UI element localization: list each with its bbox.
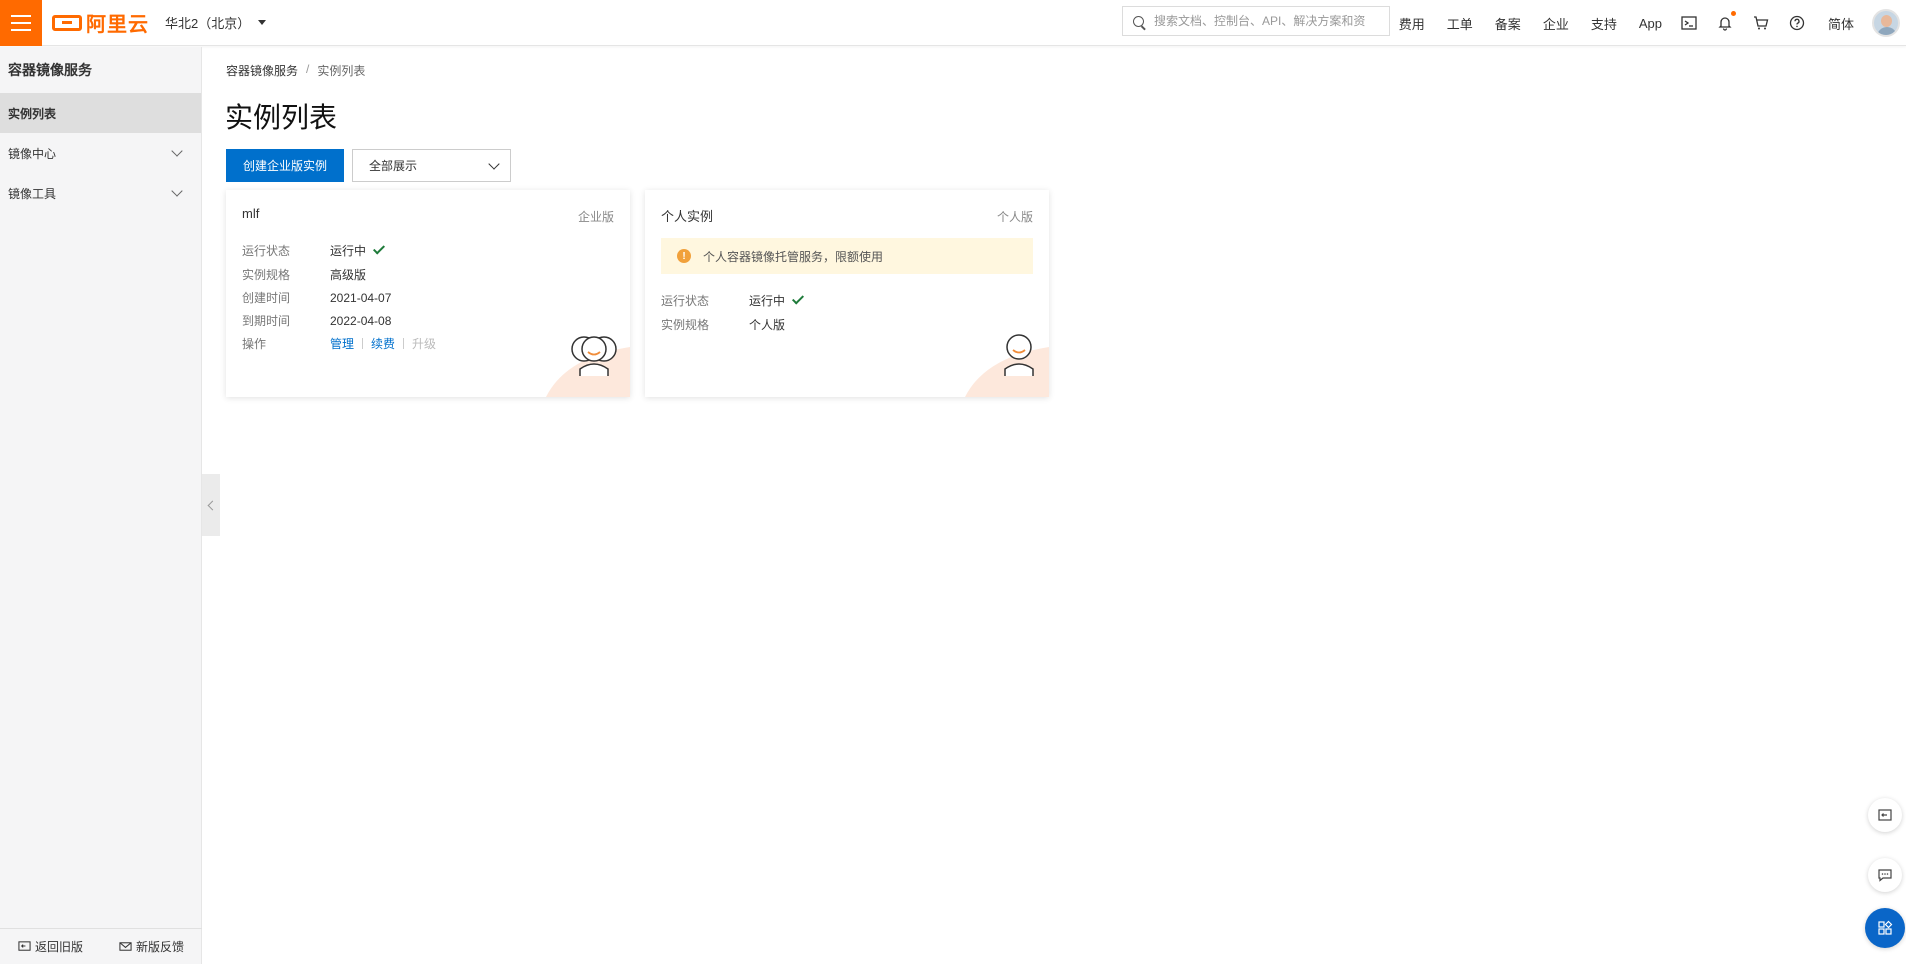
sidebar-item-image-center[interactable]: 镜像中心	[0, 133, 201, 173]
nav-link-support[interactable]: 支持	[1591, 14, 1617, 33]
spec-label: 实例规格	[242, 268, 291, 282]
logo-mark-icon	[52, 14, 82, 31]
chevron-down-icon	[171, 145, 183, 157]
spec-value: 个人版	[749, 318, 786, 332]
sidebar-item-label: 镜像中心	[8, 146, 57, 161]
top-nav-links: 费用 工单 备案 企业 支持 App 简体	[1377, 0, 1906, 46]
notification-dot	[1730, 11, 1736, 16]
breadcrumb-separator: /	[306, 62, 310, 76]
menu-icon[interactable]	[0, 0, 42, 46]
chevron-left-icon	[207, 500, 218, 510]
sidebar-footer: 返回旧版 新版反馈	[0, 928, 202, 964]
logo-text: 阿里云	[86, 14, 149, 36]
sidebar-item-label: 镜像工具	[8, 186, 57, 201]
bell-icon[interactable]	[1716, 11, 1736, 32]
chevron-down-icon	[171, 185, 183, 197]
region-selector[interactable]: 华北2（北京）	[165, 13, 267, 32]
spec-row: 实例规格 个人版	[661, 316, 785, 333]
upgrade-link: 升级	[412, 337, 437, 351]
mail-icon	[119, 942, 132, 951]
terminal-icon[interactable]	[1680, 14, 1698, 32]
feedback-label: 新版反馈	[135, 940, 184, 954]
sidebar-item-instance-list[interactable]: 实例列表	[0, 93, 201, 133]
sidebar: 容器镜像服务 实例列表 镜像中心 镜像工具 返回旧版 新版反馈	[0, 47, 202, 964]
status-row: 运行状态 运行中	[661, 292, 805, 309]
region-label: 华北2（北京）	[165, 16, 251, 31]
user-icon	[1004, 334, 1034, 376]
expire-label: 到期时间	[242, 314, 291, 328]
cart-icon[interactable]	[1752, 14, 1770, 32]
return-icon	[1878, 809, 1892, 821]
manage-link[interactable]: 管理	[330, 335, 354, 352]
instance-card-personal[interactable]: 个人实例 个人版 ! 个人容器镜像托管服务，限额使用 运行状态 运行中 实例规格…	[645, 190, 1049, 397]
spec-value: 高级版	[330, 268, 367, 282]
create-enterprise-instance-button[interactable]: 创建企业版实例	[226, 149, 344, 182]
chat-button[interactable]	[1868, 858, 1902, 892]
ops-label: 操作	[242, 337, 267, 351]
nav-link-app[interactable]: App	[1639, 16, 1662, 31]
status-label: 运行状态	[661, 294, 710, 308]
chevron-down-icon	[488, 158, 500, 170]
page-title: 实例列表	[225, 102, 338, 133]
apps-grid-icon	[1878, 920, 1893, 935]
language-switch[interactable]: 简体	[1828, 14, 1854, 33]
nav-link-enterprise[interactable]: 企业	[1543, 14, 1569, 33]
ops-row: 操作 管理 续费 升级	[242, 335, 436, 352]
top-navbar: 阿里云 华北2（北京） 费用 工单 备案 企业 支持 App 简体	[0, 0, 1906, 46]
created-row: 创建时间 2021-04-07	[242, 289, 391, 306]
spec-row: 实例规格 高级版	[242, 266, 366, 283]
help-icon[interactable]	[1788, 14, 1806, 32]
status-value: 运行中	[330, 244, 367, 258]
created-label: 创建时间	[242, 291, 291, 305]
instance-name[interactable]: mlf	[242, 206, 259, 221]
feedback-button[interactable]: 新版反馈	[119, 938, 184, 955]
expire-value: 2022-04-08	[330, 313, 392, 328]
instance-card-enterprise[interactable]: mlf 企业版 运行状态 运行中 实例规格 高级版 创建时间 2021-04-0…	[226, 190, 630, 397]
spec-label: 实例规格	[661, 318, 710, 332]
warning-icon: !	[677, 249, 691, 263]
avatar[interactable]	[1872, 9, 1900, 37]
renew-link[interactable]: 续费	[371, 335, 395, 352]
status-value: 运行中	[749, 294, 786, 308]
check-icon	[792, 292, 805, 305]
nav-link-billing[interactable]: 费用	[1399, 14, 1425, 33]
global-search[interactable]	[1122, 6, 1390, 36]
quota-notice: ! 个人容器镜像托管服务，限额使用	[661, 238, 1033, 274]
chat-icon	[1878, 869, 1892, 882]
expire-row: 到期时间 2022-04-08	[242, 312, 391, 329]
status-label: 运行状态	[242, 244, 291, 258]
back-to-old-version-button[interactable]: 返回旧版	[18, 938, 83, 955]
check-icon	[373, 242, 386, 255]
sidebar-title: 容器镜像服务	[8, 62, 92, 78]
back-label: 返回旧版	[34, 940, 83, 954]
nav-link-ticket[interactable]: 工单	[1447, 14, 1473, 33]
filter-value: 全部展示	[369, 159, 418, 173]
aliyun-logo[interactable]: 阿里云	[52, 0, 149, 46]
notice-text: 个人容器镜像托管服务，限额使用	[703, 249, 884, 264]
sidebar-item-image-tools[interactable]: 镜像工具	[0, 173, 201, 213]
instance-name[interactable]: 个人实例	[661, 206, 713, 225]
caret-down-icon	[258, 20, 267, 25]
instance-filter-select[interactable]: 全部展示	[352, 149, 511, 182]
edition-tag: 个人版	[996, 210, 1033, 224]
nav-link-icp[interactable]: 备案	[1495, 14, 1521, 33]
search-icon	[1133, 15, 1144, 27]
breadcrumb: 容器镜像服务 / 实例列表	[226, 62, 365, 79]
apps-button[interactable]	[1865, 908, 1905, 948]
created-value: 2021-04-07	[330, 290, 392, 305]
breadcrumb-current: 实例列表	[317, 64, 366, 78]
sidebar-collapse-handle[interactable]	[202, 474, 220, 536]
breadcrumb-root[interactable]: 容器镜像服务	[226, 62, 298, 79]
return-icon	[18, 941, 31, 951]
sidebar-item-label: 实例列表	[8, 106, 57, 121]
divider	[403, 338, 405, 349]
status-row: 运行状态 运行中	[242, 242, 386, 259]
edition-tag: 企业版	[577, 210, 614, 224]
back-tool-button[interactable]	[1868, 798, 1902, 832]
divider	[362, 338, 364, 349]
search-input[interactable]	[1154, 14, 1374, 28]
team-users-icon	[571, 336, 617, 376]
